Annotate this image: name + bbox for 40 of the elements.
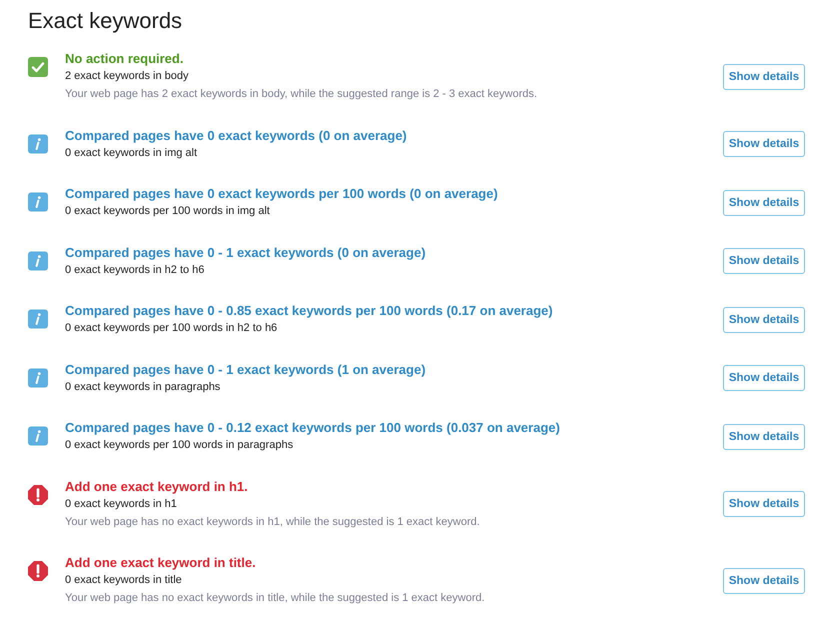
- info-icon: [28, 368, 48, 388]
- result-title: Add one exact keyword in h1.: [65, 478, 248, 496]
- show-details-button[interactable]: Show details: [723, 568, 805, 594]
- result-title: Compared pages have 0 exact keywords per 100 words (0 on average): [65, 185, 498, 203]
- result-title: Compared pages have 0 - 1 exact keywords (0 on average): [65, 244, 426, 262]
- result-title: Compared pages have 0 - 0.85 exact keywords per 100 words (0.17 on average): [65, 302, 553, 320]
- result-title: Add one exact keyword in title.: [65, 554, 256, 572]
- result-summary: 0 exact keywords per 100 words in paragraphs: [65, 438, 294, 453]
- warning-icon: [28, 561, 48, 581]
- show-details-button[interactable]: Show details: [723, 248, 805, 274]
- info-icon: [28, 192, 48, 212]
- result-title: Compared pages have 0 - 1 exact keywords (1 on average): [65, 360, 426, 378]
- section-heading: Exact keywords: [28, 7, 182, 35]
- show-details-button[interactable]: Show details: [723, 190, 805, 216]
- show-details-button[interactable]: Show details: [723, 64, 805, 90]
- result-summary: 0 exact keywords in title: [65, 573, 182, 588]
- info-icon: [28, 134, 48, 154]
- checkmark-icon: [28, 57, 48, 77]
- result-summary: 0 exact keywords per 100 words in img alt: [65, 204, 270, 219]
- result-summary: 0 exact keywords in h2 to h6: [65, 262, 204, 278]
- show-details-button[interactable]: Show details: [723, 306, 805, 332]
- result-description: Your web page has no exact keywords in h1, while the suggested is 1 exact keyword.: [65, 514, 480, 530]
- info-icon: [28, 426, 48, 446]
- show-details-button[interactable]: Show details: [723, 491, 805, 517]
- warning-icon: [28, 484, 48, 504]
- result-description: Your web page has no exact keywords in title, while the suggested is 1 exact keyword.: [65, 591, 485, 606]
- result-summary: 0 exact keywords in img alt: [65, 146, 198, 160]
- show-details-button[interactable]: Show details: [723, 424, 805, 450]
- result-description: Your web page has 2 exact keywords in body, while the suggested range is 2 - 3 exact keywords.: [65, 87, 538, 102]
- result-summary: 0 exact keywords per 100 words in h2 to h6: [65, 321, 278, 336]
- result-summary: 0 exact keywords in paragraphs: [65, 380, 220, 394]
- result-summary: 0 exact keywords in h1: [65, 496, 177, 512]
- result-summary: 2 exact keywords in body: [65, 69, 189, 84]
- result-title: Compared pages have 0 exact keywords (0 on average): [65, 126, 407, 144]
- info-icon: [28, 309, 48, 329]
- show-details-button[interactable]: Show details: [723, 131, 805, 157]
- show-details-button[interactable]: Show details: [723, 365, 805, 391]
- result-title: No action required.: [65, 50, 184, 68]
- info-icon: [28, 250, 48, 270]
- result-title: Compared pages have 0 - 0.12 exact keywords per 100 words (0.037 on average): [65, 419, 560, 437]
